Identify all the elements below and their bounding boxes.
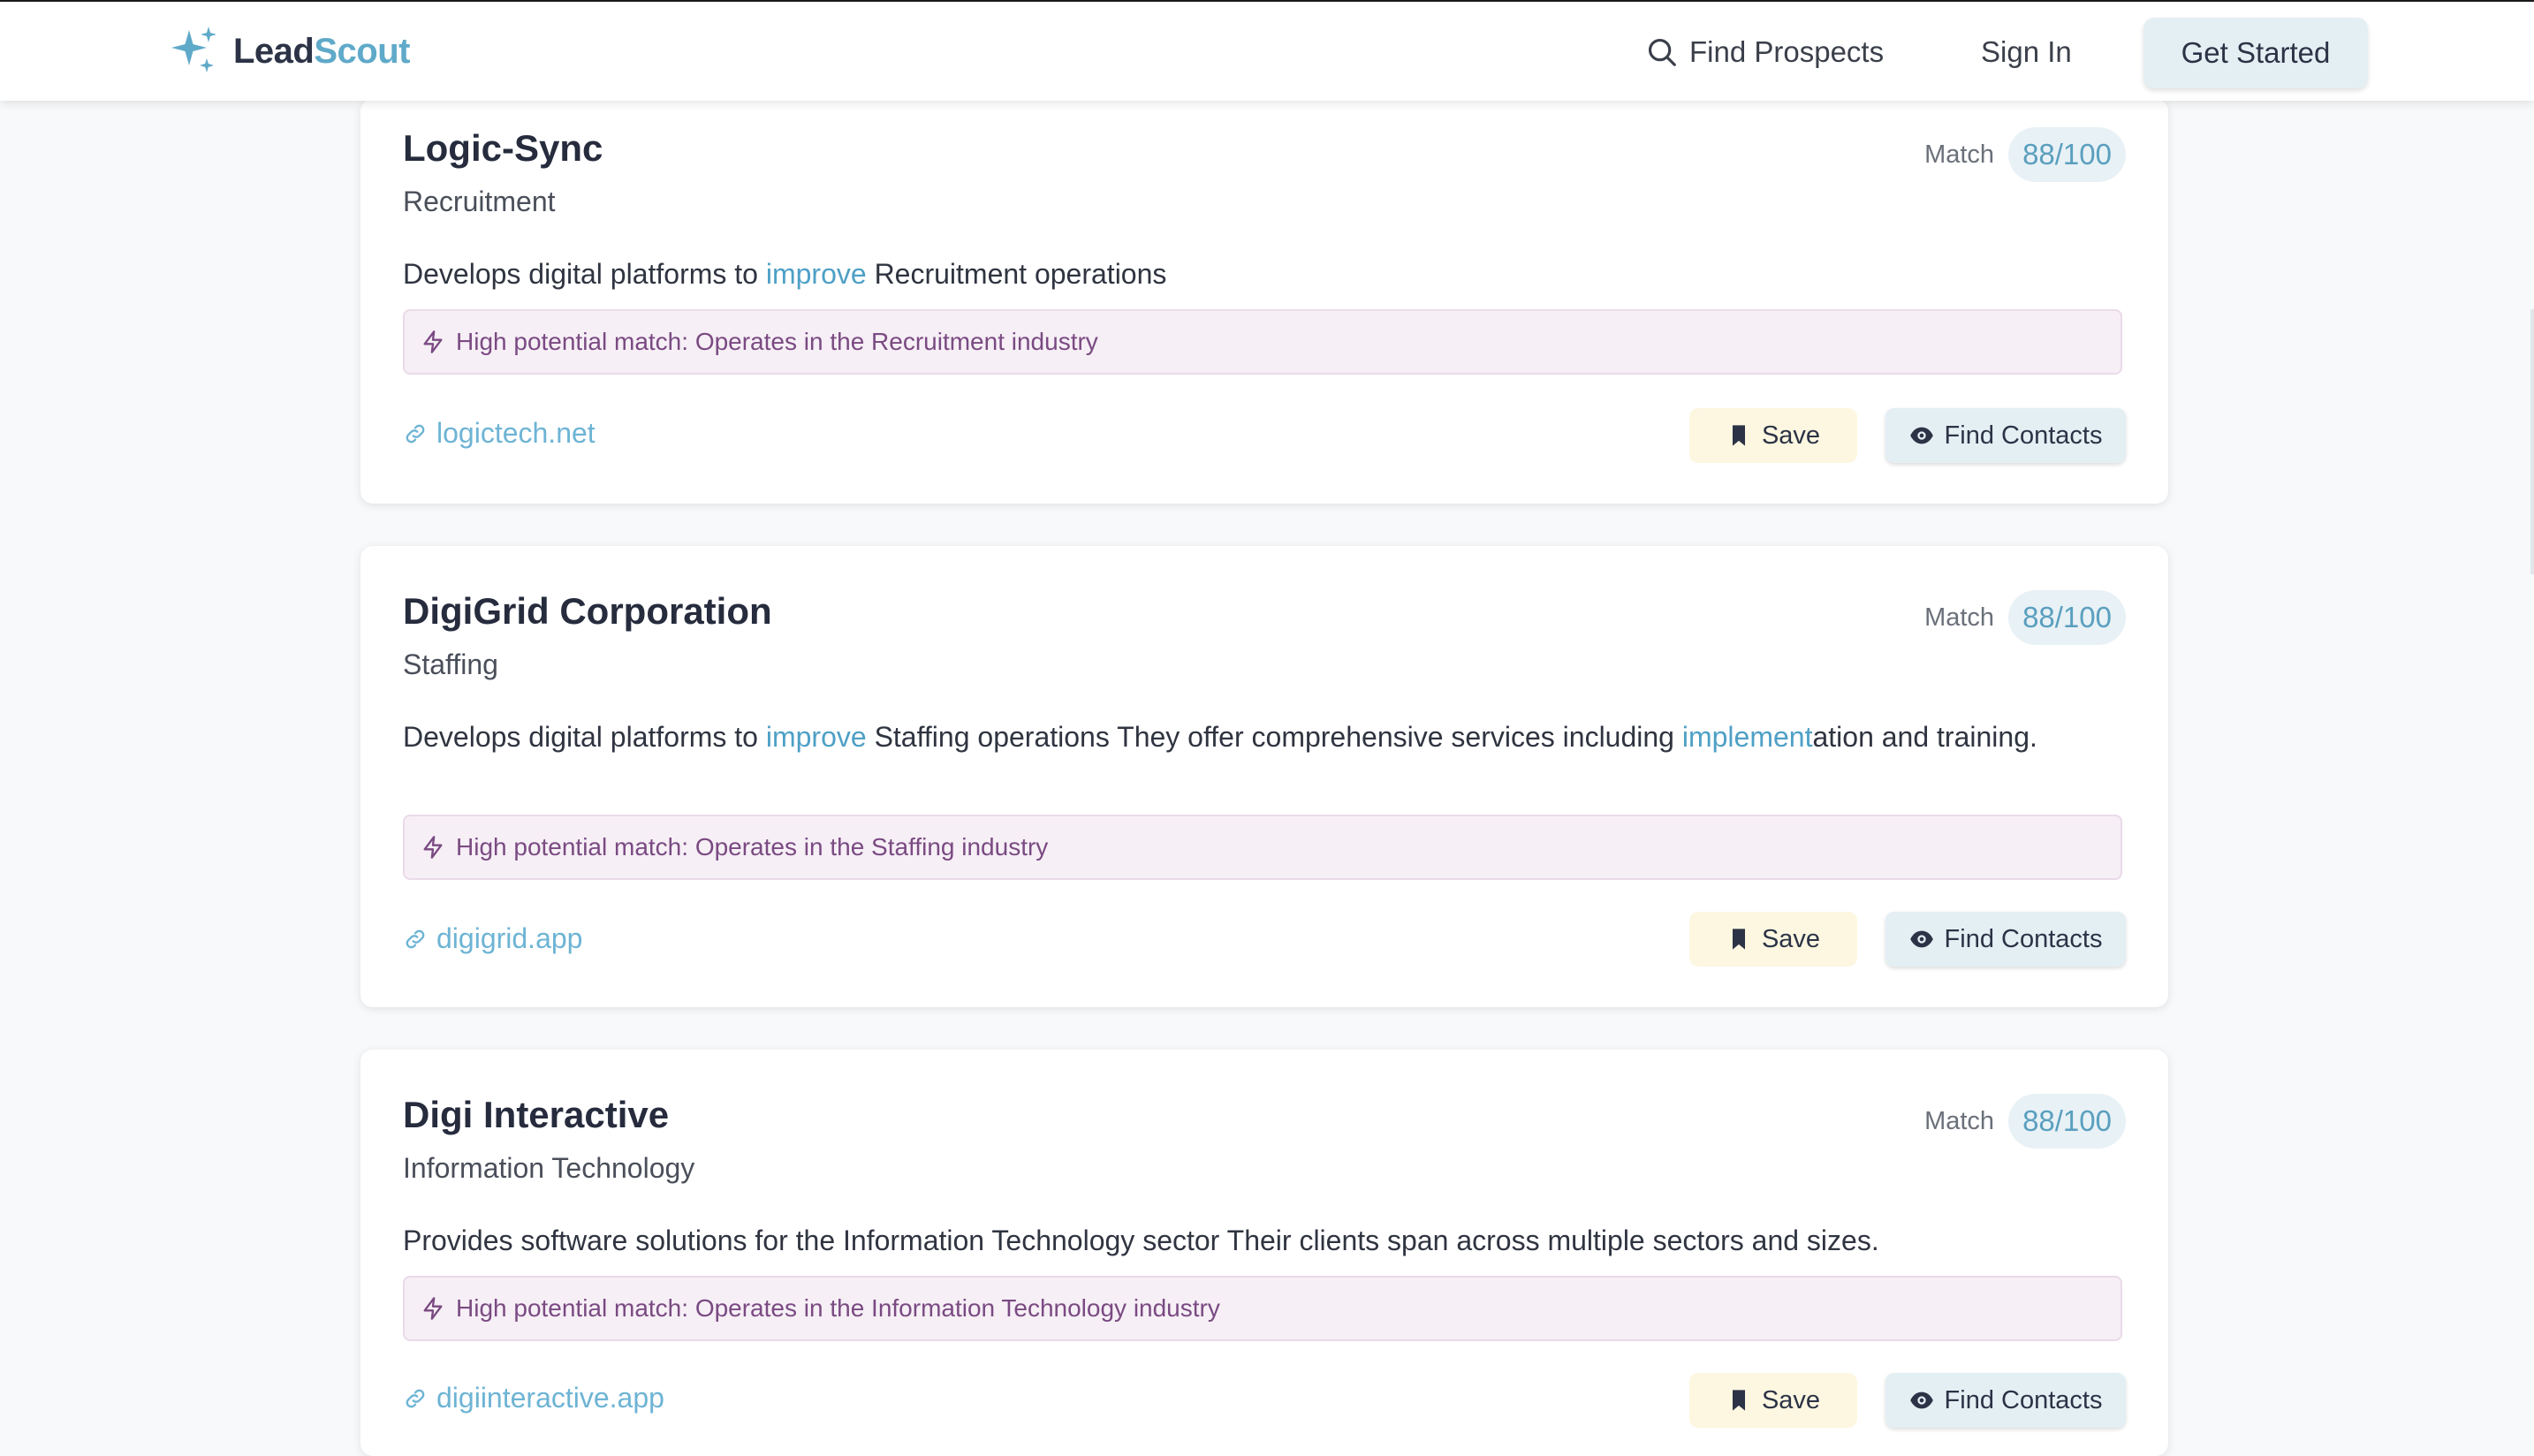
find-contacts-button[interactable]: Find Contacts	[1885, 912, 2126, 967]
bookmark-icon	[1732, 929, 1745, 950]
company-industry: Staffing	[403, 648, 498, 680]
brand-logo[interactable]: LeadScout	[168, 25, 410, 78]
save-button[interactable]: Save	[1689, 408, 1857, 463]
find-contacts-button[interactable]: Find Contacts	[1885, 1373, 2126, 1428]
score-badge: 88/100	[2008, 1094, 2126, 1149]
company-website-link[interactable]: digigrid.app	[403, 922, 582, 955]
find-contacts-label: Find Contacts	[1944, 1385, 2103, 1414]
match-score: Match 88/100	[1924, 590, 2126, 645]
website-text: digiinteractive.app	[436, 1382, 664, 1414]
reason-text: High potential match: Operates in the Re…	[456, 328, 1098, 355]
save-label: Save	[1761, 924, 1821, 953]
desc-highlight: implement	[1681, 721, 1813, 753]
brand-name-part1: Lead	[233, 31, 315, 71]
search-icon	[1648, 38, 1676, 66]
save-button[interactable]: Save	[1689, 912, 1857, 967]
match-label: Match	[1924, 140, 1995, 169]
brand-name-part2: Scout	[314, 31, 410, 71]
desc-text: ation and training.	[1812, 721, 2037, 753]
nav-find-prospects[interactable]: Find Prospects	[1645, 30, 1884, 74]
company-industry: Information Technology	[403, 1152, 695, 1184]
reason-text: High potential match: Operates in the In…	[456, 1294, 1220, 1322]
company-website-link[interactable]: digiinteractive.app	[403, 1382, 664, 1414]
find-contacts-label: Find Contacts	[1944, 924, 2103, 953]
desc-highlight: improve	[765, 258, 867, 290]
company-card: Logic-Sync Recruitment Match 88/100 Deve…	[360, 99, 2168, 504]
match-reason: High potential match: Operates in the In…	[403, 1276, 2122, 1341]
reason-text: High potential match: Operates in the St…	[456, 833, 1049, 861]
nav-find-label: Find Prospects	[1689, 35, 1885, 68]
sparkle-icon	[171, 27, 216, 72]
desc-text: Develops digital platforms to	[403, 258, 766, 290]
desc-text: Recruitment operations	[866, 258, 1167, 290]
company-description: Develops digital platforms to improve St…	[403, 716, 2126, 758]
top-nav-bar: LeadScout Find Prospects Sign In Get Sta…	[0, 2, 2534, 101]
bookmark-icon	[1732, 425, 1745, 446]
link-icon	[406, 929, 425, 948]
desc-text: Provides software solutions for the Info…	[403, 1225, 1879, 1256]
find-contacts-button[interactable]: Find Contacts	[1885, 408, 2126, 463]
company-name: Digi Interactive	[403, 1094, 670, 1135]
website-text: logictech.net	[436, 417, 596, 449]
bookmark-icon	[1732, 1390, 1745, 1411]
desc-text: Staffing operations They offer comprehen…	[866, 721, 1682, 753]
lightning-icon	[423, 1297, 443, 1320]
match-label: Match	[1924, 1106, 1995, 1135]
match-score: Match 88/100	[1924, 1094, 2126, 1149]
company-name: Logic-Sync	[403, 127, 603, 169]
save-label: Save	[1761, 421, 1821, 450]
company-card: DigiGrid Corporation Staffing Match 88/1…	[360, 546, 2168, 1007]
company-industry: Recruitment	[403, 186, 556, 217]
match-label: Match	[1924, 603, 1995, 632]
company-description: Provides software solutions for the Info…	[403, 1219, 2126, 1262]
match-reason: High potential match: Operates in the St…	[403, 815, 2122, 880]
match-score: Match 88/100	[1924, 127, 2126, 182]
website-text: digigrid.app	[436, 922, 583, 954]
link-icon	[406, 424, 425, 443]
get-started-button[interactable]: Get Started	[2143, 18, 2368, 88]
match-reason: High potential match: Operates in the Re…	[403, 309, 2122, 375]
link-icon	[406, 1389, 425, 1407]
company-card: Digi Interactive Information Technology …	[360, 1050, 2168, 1456]
desc-highlight: improve	[765, 721, 867, 753]
eye-icon	[1909, 1392, 1933, 1409]
score-badge: 88/100	[2008, 127, 2126, 182]
brand-name: LeadScout	[233, 32, 410, 72]
nav-sign-in[interactable]: Sign In	[1981, 30, 2072, 74]
eye-icon	[1909, 427, 1933, 444]
score-badge: 88/100	[2008, 590, 2126, 645]
company-website-link[interactable]: logictech.net	[403, 417, 596, 450]
save-label: Save	[1761, 1385, 1821, 1414]
eye-icon	[1909, 930, 1933, 948]
lightning-icon	[423, 330, 443, 353]
scrollbar-thumb[interactable]	[2530, 309, 2534, 574]
save-button[interactable]: Save	[1689, 1373, 1857, 1428]
desc-text: Develops digital platforms to	[403, 721, 766, 753]
company-description: Develops digital platforms to improve Re…	[403, 253, 2126, 295]
company-name: DigiGrid Corporation	[403, 590, 772, 632]
lightning-icon	[423, 836, 443, 859]
find-contacts-label: Find Contacts	[1944, 421, 2103, 450]
